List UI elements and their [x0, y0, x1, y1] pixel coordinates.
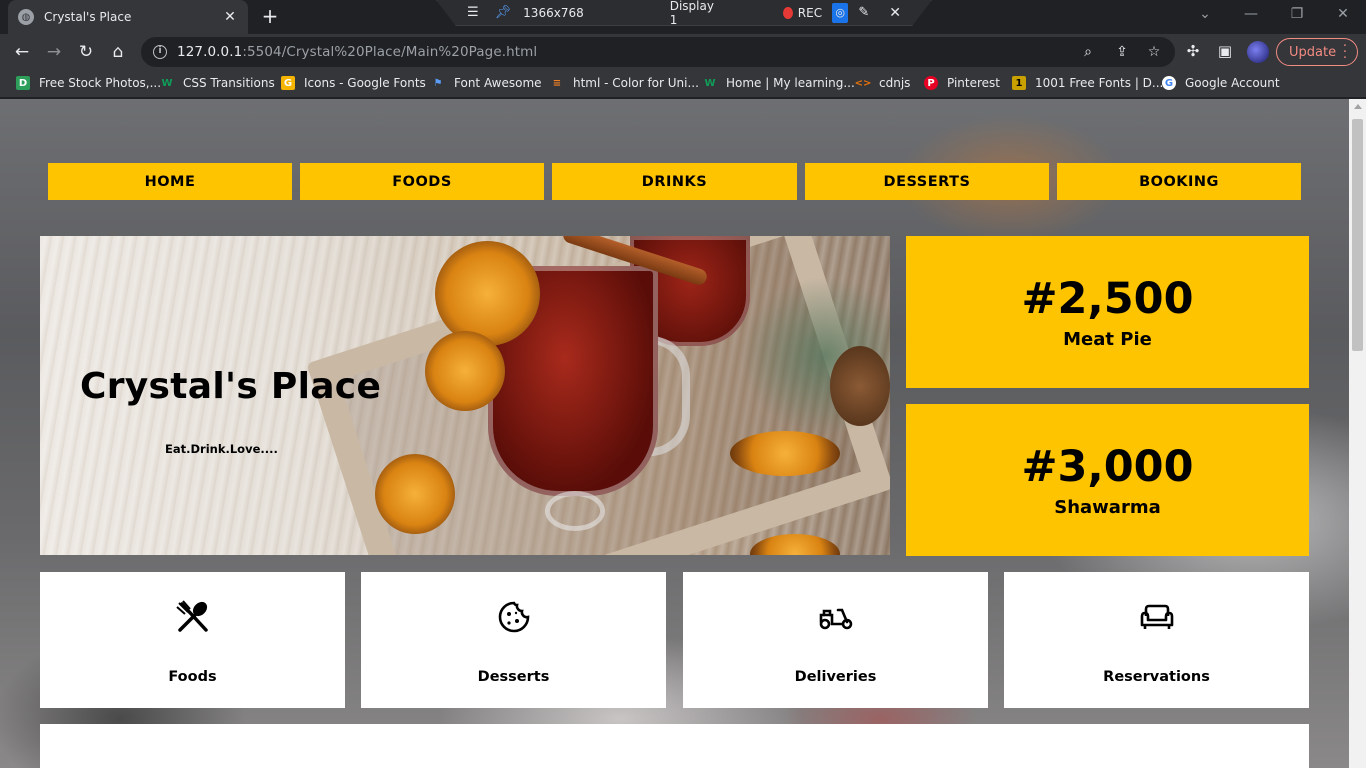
recorder-rec-label[interactable]: REC	[798, 6, 822, 20]
globe-icon: ◍	[18, 9, 34, 25]
hero-pinecone-image	[830, 346, 890, 426]
bookmark-item[interactable]: G Icons - Google Fonts	[281, 76, 426, 90]
hero-dried-orange-image	[375, 454, 455, 534]
minimize-icon[interactable]: —	[1228, 0, 1274, 28]
bookmark-favicon-icon: G	[1162, 76, 1176, 90]
address-bar[interactable]: i 127.0.0.1:5504/Crystal%20Place/Main%20…	[141, 37, 1175, 67]
feature-card-reservations[interactable]: Reservations	[1004, 572, 1309, 708]
bookmark-favicon-icon: P	[924, 76, 938, 90]
scroll-up-icon[interactable]	[1354, 104, 1362, 109]
side-panel-icon[interactable]: ▣	[1215, 42, 1235, 60]
record-dot-icon	[783, 6, 793, 19]
tab-title: Crystal's Place	[44, 10, 132, 24]
nav-desserts[interactable]: DESSERTS	[805, 163, 1049, 200]
hero-title: Crystal's Place	[80, 366, 382, 407]
nav-drinks[interactable]: DRINKS	[552, 163, 797, 200]
browser-tab[interactable]: ◍ Crystal's Place ✕	[8, 0, 248, 34]
browser-tab-strip: ◍ Crystal's Place ✕ + ☰ 📌︎ 1366x768 Disp…	[0, 0, 1366, 34]
feature-card-deliveries[interactable]: Deliveries	[683, 572, 988, 708]
bookmark-favicon-icon: W	[704, 77, 716, 89]
forward-icon[interactable]: →	[42, 40, 66, 64]
feature-label: Deliveries	[794, 669, 877, 685]
hero-banner: Crystal's Place Eat.Drink.Love....	[40, 236, 890, 555]
price-card: #2,500 Meat Pie	[906, 236, 1309, 388]
bookmark-item[interactable]: 1 1001 Free Fonts | D...	[1012, 76, 1163, 90]
hero-glass-base-image	[545, 491, 605, 531]
home-icon[interactable]: ⌂	[106, 40, 130, 64]
bookmark-favicon-icon: 1	[1012, 76, 1026, 90]
utensils-icon	[175, 600, 208, 632]
extensions-icon[interactable]: ✣	[1183, 42, 1203, 60]
close-recorder-icon[interactable]: ✕	[889, 5, 901, 21]
cookie-icon	[498, 601, 529, 633]
bookmark-item[interactable]: ≡ html - Color for Uni...	[550, 76, 699, 90]
update-button[interactable]: Update · · ·	[1276, 38, 1358, 66]
new-tab-button[interactable]: +	[258, 5, 282, 29]
scooter-icon	[819, 608, 852, 630]
close-tab-icon[interactable]: ✕	[222, 9, 238, 25]
bookmark-favicon-icon: D	[16, 76, 30, 90]
hero-dried-orange-image	[425, 331, 505, 411]
menu-icon[interactable]: ☰	[467, 5, 479, 20]
scrollbar-thumb[interactable]	[1352, 119, 1363, 351]
feature-card-desserts[interactable]: Desserts	[361, 572, 666, 708]
bookmark-item[interactable]: W Home | My learning...	[703, 76, 854, 90]
price-card: #3,000 Shawarma	[906, 404, 1309, 556]
update-label: Update	[1289, 44, 1337, 60]
price-item: Meat Pie	[1063, 328, 1152, 350]
feature-label: Foods	[168, 669, 217, 685]
bookmarks-bar: D Free Stock Photos,... W CSS Transition…	[0, 70, 1366, 98]
hero-orange-slice-image	[435, 241, 540, 346]
hero-tagline: Eat.Drink.Love....	[165, 442, 278, 456]
bookmark-item[interactable]: D Free Stock Photos,...	[16, 76, 161, 90]
page-viewport: HOME FOODS DRINKS DESSERTS BOOKING Cryst…	[0, 99, 1349, 768]
feature-card-foods[interactable]: Foods	[40, 572, 345, 708]
back-icon[interactable]: ←	[10, 40, 34, 64]
bookmark-favicon-icon: ⚑	[433, 77, 443, 89]
site-info-icon[interactable]: i	[153, 45, 167, 59]
bookmark-favicon-icon: G	[281, 76, 295, 90]
price-item: Shawarma	[1054, 496, 1161, 518]
more-menu-icon[interactable]: · · ·	[1343, 40, 1347, 65]
nav-foods[interactable]: FOODS	[300, 163, 544, 200]
recorder-display[interactable]: Display 1	[670, 0, 715, 26]
bookmark-item[interactable]: P Pinterest	[924, 76, 1000, 90]
restore-icon[interactable]: ❐	[1274, 0, 1320, 28]
feature-label: Desserts	[477, 669, 550, 685]
nav-booking[interactable]: BOOKING	[1057, 163, 1301, 200]
tab-search-icon[interactable]: ⌄	[1182, 0, 1228, 28]
bookmark-star-icon[interactable]: ☆	[1145, 44, 1163, 60]
price-value: #2,500	[1021, 273, 1194, 324]
bookmark-favicon-icon: W	[161, 77, 173, 89]
share-icon[interactable]: ⇪	[1113, 44, 1131, 60]
browser-toolbar: ← → ↻ ⌂ i 127.0.0.1:5504/Crystal%20Place…	[0, 34, 1366, 70]
bookmark-favicon-icon: <>	[854, 77, 872, 89]
content-section	[40, 724, 1309, 768]
feature-label: Reservations	[1103, 669, 1210, 685]
pin-icon[interactable]: 📌︎	[495, 5, 512, 20]
zoom-icon[interactable]: ⌕	[1079, 44, 1097, 60]
hero-dried-orange-image	[730, 431, 840, 476]
bookmark-item[interactable]: W CSS Transitions	[160, 76, 274, 90]
camera-icon[interactable]: ◎	[832, 2, 849, 23]
nav-home[interactable]: HOME	[48, 163, 292, 200]
couch-icon	[1140, 604, 1173, 629]
pen-icon[interactable]: ✎	[858, 5, 869, 20]
bookmark-favicon-icon: ≡	[552, 77, 562, 89]
price-value: #3,000	[1021, 441, 1194, 492]
reload-icon[interactable]: ↻	[74, 40, 98, 64]
profile-avatar[interactable]	[1247, 41, 1269, 63]
bookmark-item[interactable]: G Google Account	[1162, 76, 1280, 90]
url-text[interactable]: 127.0.0.1:5504/Crystal%20Place/Main%20Pa…	[177, 44, 537, 60]
close-window-icon[interactable]: ✕	[1320, 0, 1366, 28]
screen-recorder-bar: ☰ 📌︎ 1366x768 Display 1 REC ◎ ✎ ✕	[436, 0, 932, 26]
page-scrollbar[interactable]	[1349, 99, 1366, 768]
bookmark-item[interactable]: <> cdnjs	[854, 76, 911, 90]
recorder-resolution: 1366x768	[523, 5, 584, 20]
bookmark-item[interactable]: ⚑ Font Awesome	[431, 76, 542, 90]
